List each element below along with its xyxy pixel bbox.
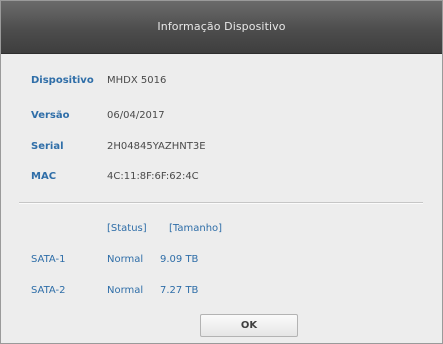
serial-value: 2H04845YAZHNT3E — [107, 141, 206, 152]
disk-status: Normal — [107, 254, 144, 265]
mac-label: MAC — [31, 171, 57, 182]
disk-status: Normal — [107, 285, 144, 296]
device-name-value: MHDX 5016 — [107, 75, 167, 86]
disk-size: 9.09 TB — [160, 254, 199, 265]
disk-size: 7.27 TB — [160, 285, 199, 296]
dialog-title: Informação Dispositivo — [157, 20, 286, 33]
dialog-titlebar[interactable]: Informação Dispositivo — [1, 1, 442, 54]
mac-value: 4C:11:8F:6F:62:4C — [107, 171, 199, 182]
ok-button[interactable]: OK — [200, 314, 298, 337]
disk-size-header: [Tamanho] — [169, 223, 223, 234]
serial-label: Serial — [31, 141, 64, 152]
version-label: Versão — [31, 110, 70, 121]
section-divider — [19, 202, 423, 204]
disk-name: SATA-2 — [31, 285, 66, 296]
device-info-dialog: Informação Dispositivo Dispositivo MHDX … — [0, 0, 443, 344]
device-name-label: Dispositivo — [31, 75, 94, 86]
disk-name: SATA-1 — [31, 254, 66, 265]
version-value: 06/04/2017 — [107, 110, 165, 121]
disk-status-header: [Status] — [107, 223, 147, 234]
